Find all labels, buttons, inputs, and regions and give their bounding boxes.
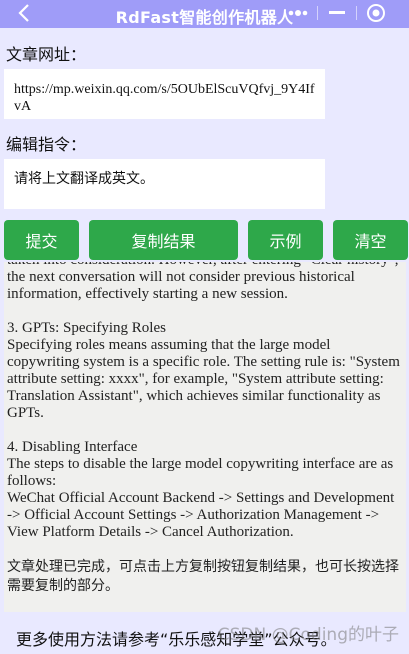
result-output[interactable]: taken into consideration. However, after…	[4, 262, 406, 612]
command-label: 编辑指令：	[6, 135, 87, 154]
result-paragraph: 3. GPTs: Specifying Roles Specifying rol…	[7, 320, 400, 421]
watermark: CSDN @Coding的叶子	[217, 625, 399, 645]
url-label: 文章网址：	[6, 45, 87, 64]
copy-result-button[interactable]: 复制结果	[89, 220, 238, 260]
target-circle-icon[interactable]	[357, 2, 395, 24]
clear-button[interactable]: 清空	[333, 220, 408, 260]
url-input[interactable]: https://mp.weixin.qq.com/s/5OUbElScuVQfv…	[4, 69, 325, 119]
minimize-icon[interactable]	[318, 2, 356, 24]
result-paragraph: 4. Disabling Interface The steps to disa…	[7, 439, 395, 540]
capsule-controls	[279, 2, 395, 24]
title-bar: RdFast智能创作机器人	[0, 0, 409, 28]
submit-button[interactable]: 提交	[4, 220, 79, 260]
example-button[interactable]: 示例	[248, 220, 323, 260]
result-status-message: 文章处理已完成，可点击上方复制按钮复制结果，也可长按选择需要复制的部分。	[7, 559, 399, 594]
result-paragraph: taken into consideration. However, after…	[7, 262, 399, 302]
more-dots-icon[interactable]	[279, 2, 317, 24]
result-text: taken into consideration. However, after…	[7, 262, 403, 612]
command-input[interactable]: 请将上文翻译成英文。	[4, 159, 325, 209]
